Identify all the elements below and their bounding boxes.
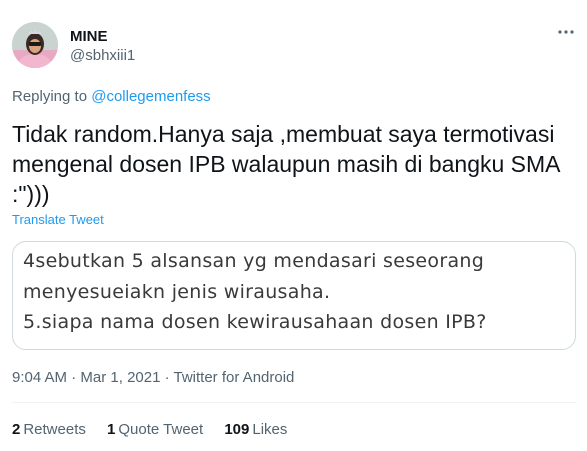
retweets-count: 2 [12,421,21,438]
display-name[interactable]: MINE [70,28,108,46]
replying-to: Replying to @collegemenfess [12,88,211,106]
quote-tweets-label: Quote Tweet [118,421,204,438]
likes-count: 109 [224,421,250,438]
tweet-text-line: Tidak random.Hanya saja ,membuat saya te… [12,121,555,147]
more-horizontal-icon[interactable] [555,25,577,39]
tweet-time[interactable]: 9:04 AM [12,369,67,386]
likes-label: Likes [252,421,288,438]
engagement-stats: 2 Retweets 1 Quote Tweet 109 Likes [12,421,304,439]
translate-tweet-link[interactable]: Translate Tweet [12,212,104,227]
tweet-text-line: mengenal dosen IPB walaupun masih di ban… [12,151,561,177]
tweet-date[interactable]: Mar 1, 2021 [80,369,160,386]
image-text-line: menyesueiakn jenis wirausaha. [23,280,331,303]
user-handle[interactable]: @sbhxiii1 [70,47,135,65]
divider [12,402,576,403]
tweet-detail: MINE @sbhxiii1 Replying to @collegemenfe… [0,0,587,451]
image-text-line: 4sebutkan 5 alsansan yg mendasari seseor… [23,250,485,272]
tweet-metadata: 9:04 AM · Mar 1, 2021 · Twitter for Andr… [12,369,294,387]
quote-tweets-stat[interactable]: 1 Quote Tweet [107,421,203,439]
retweets-stat[interactable]: 2 Retweets [12,421,86,439]
tweet-text-line: :"))) [12,181,50,207]
replying-to-prefix: Replying to [12,88,88,105]
avatar[interactable] [12,22,58,68]
retweets-label: Retweets [23,421,86,438]
reply-mention-link[interactable]: @collegemenfess [91,88,210,105]
meta-separator: · [160,369,174,386]
quote-tweets-count: 1 [107,421,116,438]
avatar-image [12,22,58,68]
tweet-text: Tidak random.Hanya saja ,membuat saya te… [12,119,577,209]
likes-stat[interactable]: 109 Likes [224,421,287,439]
tweet-source[interactable]: Twitter for Android [174,369,295,386]
attached-image[interactable]: 4sebutkan 5 alsansan yg mendasari seseor… [12,241,576,350]
image-text-line: 5.siapa nama dosen kewirausahaan dosen I… [23,311,487,333]
attached-image-text: 4sebutkan 5 alsansan yg mendasari seseor… [23,246,487,338]
meta-separator: · [67,369,81,386]
